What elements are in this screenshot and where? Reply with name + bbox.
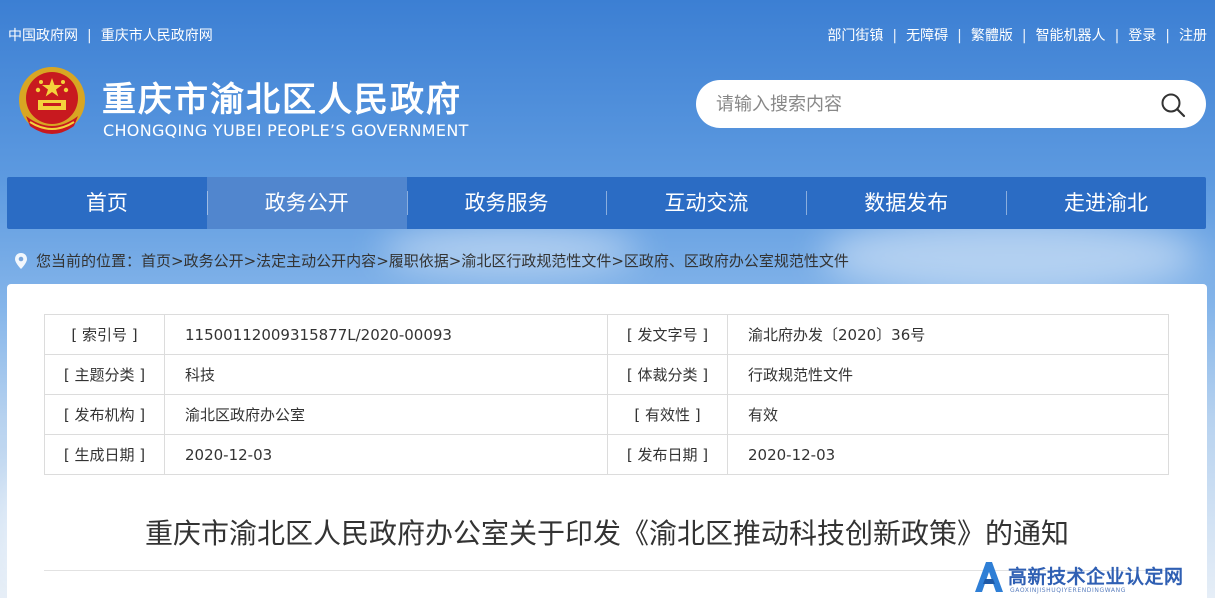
watermark-logo-icon xyxy=(975,562,1003,592)
meta-label: [ 主题分类 ] xyxy=(44,354,165,395)
meta-value: 11500112009315877L/2020-00093 xyxy=(164,314,608,355)
table-row: [ 发布机构 ] 渝北区政府办公室 [ 有效性 ] 有效 xyxy=(44,394,1169,435)
search-box xyxy=(696,80,1206,128)
meta-label: [ 发布机构 ] xyxy=(44,394,165,435)
table-row: [ 主题分类 ] 科技 [ 体裁分类 ] 行政规范性文件 xyxy=(44,354,1169,395)
breadcrumb-district-docs[interactable]: >区政府、区政府办公室规范性文件 xyxy=(611,250,849,271)
separator: | xyxy=(1114,28,1120,44)
watermark: 高新技术企业认定网 GAOXINJISHUQIYERENDINGWANG xyxy=(970,558,1215,598)
nav-item-data-release[interactable]: 数据发布 xyxy=(806,177,1006,229)
breadcrumb-prefix: 您当前的位置： xyxy=(36,252,142,270)
meta-label: [ 有效性 ] xyxy=(607,394,728,435)
nav-item-gov-affairs-open[interactable]: 政务公开 xyxy=(206,177,407,229)
site-subtitle: CHONGQING YUBEI PEOPLE’S GOVERNMENT xyxy=(103,121,469,140)
separator: | xyxy=(892,28,898,44)
separator: | xyxy=(87,28,92,44)
separator: | xyxy=(1021,28,1027,44)
breadcrumb-gov-affairs-open[interactable]: >政务公开 xyxy=(171,250,244,271)
breadcrumb-home[interactable]: 首页 xyxy=(141,250,171,271)
meta-value: 2020-12-03 xyxy=(727,434,1169,475)
breadcrumb: 您当前的位置： 首页 >政务公开 >法定主动公开内容 >履职依据 >渝北区行政规… xyxy=(14,250,849,271)
meta-label: [ 体裁分类 ] xyxy=(607,354,728,395)
link-traditional[interactable]: 繁體版 xyxy=(971,25,1013,45)
meta-value: 行政规范性文件 xyxy=(727,354,1169,395)
link-accessibility[interactable]: 无障碍 xyxy=(906,25,948,45)
nav-item-interaction[interactable]: 互动交流 xyxy=(606,177,806,229)
nav-item-gov-services[interactable]: 政务服务 xyxy=(406,177,607,229)
watermark-subtext: GAOXINJISHUQIYERENDINGWANG xyxy=(1010,587,1126,594)
link-departments[interactable]: 部门街镇 xyxy=(827,25,883,45)
table-row: [ 索引号 ] 11500112009315877L/2020-00093 [ … xyxy=(44,314,1169,355)
link-register[interactable]: 注册 xyxy=(1179,25,1207,45)
meta-value: 有效 xyxy=(727,394,1169,435)
meta-label: [ 生成日期 ] xyxy=(44,434,165,475)
top-links-left: 中国政府网 | 重庆市人民政府网 xyxy=(8,25,213,45)
link-login[interactable]: 登录 xyxy=(1128,25,1156,45)
document-meta-table: [ 索引号 ] 11500112009315877L/2020-00093 [ … xyxy=(44,314,1169,475)
meta-value: 科技 xyxy=(164,354,608,395)
location-pin-icon xyxy=(15,252,27,269)
nav-item-about-yubei[interactable]: 走进渝北 xyxy=(1006,177,1206,229)
search-input[interactable] xyxy=(716,90,1146,118)
document-title: 重庆市渝北区人民政府办公室关于印发《渝北区推动科技创新政策》的通知 xyxy=(144,517,1069,550)
watermark-text: 高新技术企业认定网 xyxy=(1008,566,1184,588)
breadcrumb-statutory-content[interactable]: >法定主动公开内容 xyxy=(244,250,377,271)
meta-value: 2020-12-03 xyxy=(164,434,608,475)
link-robot[interactable]: 智能机器人 xyxy=(1036,25,1106,45)
separator: | xyxy=(1165,28,1170,44)
nav-item-home[interactable]: 首页 xyxy=(7,177,207,229)
link-chongqing-gov[interactable]: 重庆市人民政府网 xyxy=(101,25,213,45)
top-links-bar: 中国政府网 | 重庆市人民政府网 部门街镇 | 无障碍 | 繁體版 | 智能机器人 | 登录 | 注册 xyxy=(8,25,1207,47)
main-nav: 首页 政务公开 政务服务 互动交流 数据发布 走进渝北 xyxy=(7,177,1206,229)
search-icon[interactable] xyxy=(1160,92,1186,118)
meta-label: [ 索引号 ] xyxy=(44,314,165,355)
separator: | xyxy=(957,28,962,44)
table-row: [ 生成日期 ] 2020-12-03 [ 发布日期 ] 2020-12-03 xyxy=(44,434,1169,475)
site-title[interactable]: 重庆市渝北区人民政府 xyxy=(102,72,462,121)
meta-label: [ 发布日期 ] xyxy=(607,434,728,475)
breadcrumb-duty-basis[interactable]: >履职依据 xyxy=(376,250,449,271)
link-china-gov[interactable]: 中国政府网 xyxy=(8,25,78,45)
national-emblem-icon xyxy=(19,67,85,134)
meta-value: 渝北府办发〔2020〕36号 xyxy=(727,314,1169,355)
breadcrumb-normative-docs[interactable]: >渝北区行政规范性文件 xyxy=(449,250,612,271)
meta-label: [ 发文字号 ] xyxy=(607,314,728,355)
content-panel: [ 索引号 ] 11500112009315877L/2020-00093 [ … xyxy=(7,284,1207,598)
top-links-right: 部门街镇 | 无障碍 | 繁體版 | 智能机器人 | 登录 | 注册 xyxy=(827,25,1207,45)
meta-value: 渝北区政府办公室 xyxy=(164,394,608,435)
